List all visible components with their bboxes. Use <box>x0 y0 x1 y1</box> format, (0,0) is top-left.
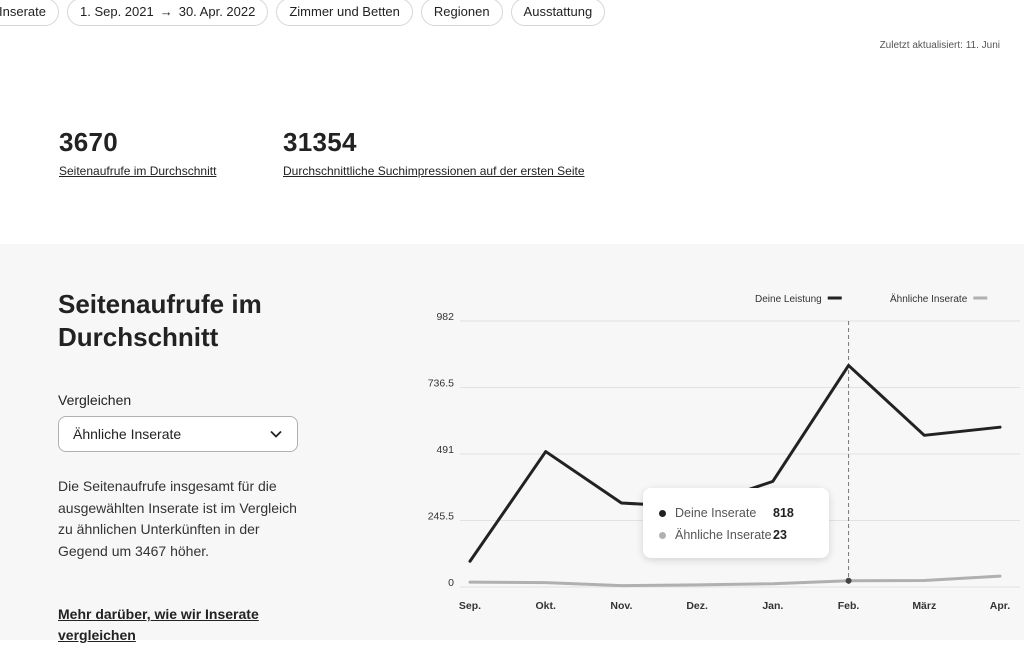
section-title: Seitenaufrufe im Durchschnitt <box>58 288 318 354</box>
legend-dot-icon <box>659 510 666 517</box>
x-tick-label: Nov. <box>610 600 632 612</box>
compare-select[interactable]: Ähnliche Inserate <box>58 416 298 452</box>
chip-label: Inserate <box>0 0 46 26</box>
y-tick-label: 982 <box>436 311 454 323</box>
highlight-point <box>846 578 852 584</box>
tooltip-series-name: Ähnliche Inserate <box>675 528 773 542</box>
tooltip-series-value: 23 <box>773 528 787 542</box>
date-start: 1. Sep. 2021 <box>80 0 154 26</box>
date-end: 30. Apr. 2022 <box>179 0 256 26</box>
chevron-down-icon <box>269 427 283 441</box>
summary-section: Inserate 1. Sep. 2021 → 30. Apr. 2022 Zi… <box>0 0 1024 244</box>
metric-label-link[interactable]: Seitenaufrufe im Durchschnitt <box>59 164 216 178</box>
filter-rooms-chip[interactable]: Zimmer und Betten <box>276 0 413 26</box>
metric-value: 3670 <box>59 127 216 158</box>
filter-bar: Inserate 1. Sep. 2021 → 30. Apr. 2022 Zi… <box>0 0 605 26</box>
arrow-right-icon: → <box>160 0 173 26</box>
x-tick-label: Sep. <box>459 600 481 612</box>
filter-listings-chip[interactable]: Inserate <box>0 0 59 26</box>
last-updated: Zuletzt aktualisiert: 11. Juni <box>880 40 1000 51</box>
legend-label: Ähnliche Inserate <box>890 293 968 305</box>
x-tick-label: März <box>912 600 936 612</box>
legend-label: Deine Leistung <box>755 294 822 305</box>
compare-select-value: Ähnliche Inserate <box>73 426 181 442</box>
chip-label: Regionen <box>434 0 490 26</box>
tooltip-row-similar: Ähnliche Inserate 23 <box>659 524 813 546</box>
y-tick-label: 736.5 <box>428 378 454 390</box>
chip-label: Zimmer und Betten <box>289 0 400 26</box>
x-tick-label: Okt. <box>536 600 557 612</box>
metric-page-views: 3670 Seitenaufrufe im Durchschnitt <box>59 127 216 178</box>
metric-label-link[interactable]: Durchschnittliche Suchimpressionen auf d… <box>283 164 585 178</box>
y-tick-label: 0 <box>448 577 454 589</box>
filter-amenities-chip[interactable]: Ausstattung <box>511 0 606 26</box>
x-tick-label: Jan. <box>762 600 783 612</box>
compare-label: Vergleichen <box>58 392 131 408</box>
y-tick-label: 491 <box>436 444 454 456</box>
legend-dot-icon <box>659 532 666 539</box>
chip-label: Ausstattung <box>524 0 593 26</box>
tooltip-row-own: Deine Inserate 818 <box>659 502 813 524</box>
filter-regions-chip[interactable]: Regionen <box>421 0 503 26</box>
metric-value: 31354 <box>283 127 585 158</box>
comparison-description: Die Seitenaufrufe insgesamt für die ausg… <box>58 476 308 562</box>
x-tick-label: Dez. <box>686 600 708 612</box>
tooltip-series-value: 818 <box>773 506 794 520</box>
series-line-similar <box>470 576 1000 585</box>
filter-date-chip[interactable]: 1. Sep. 2021 → 30. Apr. 2022 <box>67 0 268 26</box>
tooltip-series-name: Deine Inserate <box>675 506 773 520</box>
page-views-chart: 0 245.5 491 736.5 982 Sep. Okt. Nov. Dez. Jan. Feb… <box>410 280 1024 620</box>
chart-tooltip: Deine Inserate 818 Ähnliche Inserate 23 <box>643 488 829 558</box>
x-tick-label: Feb. <box>838 600 860 612</box>
x-tick-label: Apr. <box>990 600 1011 612</box>
y-tick-label: 245.5 <box>428 511 454 523</box>
metric-search-impressions: 31354 Durchschnittliche Suchimpressionen… <box>283 127 585 178</box>
